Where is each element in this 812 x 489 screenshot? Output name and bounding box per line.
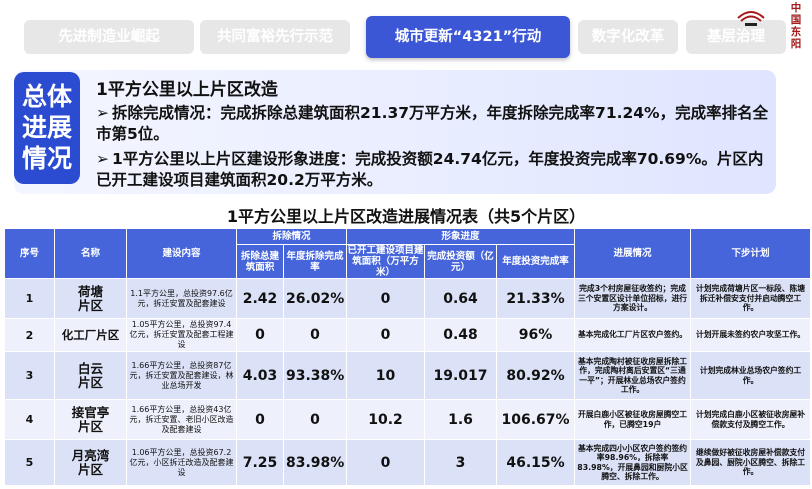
cell-demolition-rate: 83.98% [282, 439, 348, 486]
top-nav: 先进制造业崛起 共同富裕先行示范 城市更新“4321”行动 数字化改革 基层治理 [24, 16, 786, 60]
header-name: 名称 [54, 228, 127, 279]
header-image-group: 形象进度 [346, 228, 576, 245]
cell-investment: 1.6 [424, 399, 498, 440]
tab-urban-renewal[interactable]: 城市更新“4321”行动 [366, 16, 570, 58]
cell-name: 接官亭 片区 [54, 399, 127, 440]
cell-started-area: 10.2 [346, 399, 426, 440]
cell-name: 化工厂片区 [54, 318, 127, 352]
summary-item-text: 1平方公里以上片区建设形象进度：完成投资额24.74亿元，年度投资完成率70.6… [96, 150, 764, 189]
header-demolition-group: 拆除情况 [235, 228, 348, 245]
cell-seq: 1 [4, 278, 55, 319]
header-demolition-area: 拆除总建筑面积 [236, 244, 284, 279]
cell-investment-rate: 96% [496, 318, 576, 352]
cell-demolition-rate: 26.02% [282, 278, 348, 319]
cell-demolition-area: 2.42 [236, 278, 284, 319]
cell-investment: 19.017 [424, 351, 498, 400]
cell-name: 白云 片区 [54, 351, 127, 400]
cell-progress: 基本完成四小小区农户签约签约率98.96%，拆除率83.98%，开展鼻园和厨院小… [574, 439, 692, 486]
cell-started-area: 10 [346, 351, 426, 400]
cell-demolition-rate: 0 [282, 399, 348, 440]
cell-next-plan: 继续做好被征收房屋补偿款支付及鼻园、厨院小区腾空、拆除工作。 [690, 439, 812, 486]
cell-progress: 开展白鹿小区被征收房屋腾空工作，已腾空19户 [574, 399, 692, 440]
table-title: 1平方公里以上片区改造进展情况表（共5个片区） [226, 207, 586, 226]
header-demolition-rate: 年度拆除完成率 [282, 244, 348, 279]
header-seq: 序号 [4, 228, 55, 279]
cell-started-area: 0 [346, 318, 426, 352]
emblem-icon [737, 11, 765, 26]
badge-line: 进展 [21, 113, 72, 142]
cell-content: 1.1平方公里，总投资97.6亿元，拆迁安置及配套建设 [126, 278, 237, 319]
cell-next-plan: 计划完成白鹿小区被征收房屋补偿款支付及腾空工作。 [690, 399, 812, 440]
cell-next-plan: 计划完成林业总场农户签约工作。 [690, 351, 812, 400]
cell-investment-rate: 80.92% [496, 351, 576, 400]
header-investment-rate: 年度投资完成率 [496, 244, 576, 279]
table-row: 2 化工厂片区 1.05平方公里，总投资97.4亿元，拆迁安置及配套工程建设 0… [4, 318, 812, 352]
cell-demolition-area: 4.03 [236, 351, 284, 400]
cell-investment-rate: 106.67% [496, 399, 576, 440]
cell-next-plan: 计划完成荷塘片区一标段、陈塘拆迁补偿安支付并启动腾空工作。 [690, 278, 812, 319]
badge-line: 总体 [21, 82, 72, 111]
cell-content: 1.06平方公里，总投资67.2亿元，小区拆迁改造及配套建设 [126, 439, 237, 486]
cell-seq: 3 [4, 351, 55, 400]
cell-name: 月亮湾 片区 [54, 439, 127, 486]
cell-investment-rate: 21.33% [496, 278, 576, 319]
cell-started-area: 0 [346, 278, 426, 319]
arrow-bullet-icon: ➢ [96, 150, 109, 168]
badge-line: 情况 [21, 144, 72, 173]
progress-table: 序号 名称 建设内容 拆除情况 形象进度 进展情况 下步计划 拆除总建筑面积 年… [4, 228, 812, 486]
cell-name: 荷塘 片区 [54, 278, 127, 319]
cell-seq: 2 [4, 318, 55, 352]
header-started-area: 已开工建设项目建筑面积（万平方米） [346, 244, 426, 279]
cell-demolition-rate: 0 [282, 318, 348, 352]
cell-demolition-area: 7.25 [236, 439, 284, 486]
cell-investment: 0.48 [424, 318, 498, 352]
cell-investment: 0.64 [424, 278, 498, 319]
city-logo: 中国东阳 [734, 0, 812, 50]
table-row: 5 月亮湾 片区 1.06平方公里，总投资67.2亿元，小区拆迁改造及配套建设 … [4, 439, 812, 486]
tab-advanced-manufacturing[interactable]: 先进制造业崛起 [24, 20, 194, 54]
summary-item-text: 拆除完成情况：完成拆除总建筑面积21.37万平方米，年度拆除完成率71.24%，… [96, 104, 769, 143]
cell-demolition-area: 0 [236, 399, 284, 440]
table-row: 4 接官亭 片区 1.66平方公里，总投资43亿元，拆迁安置、老旧小区改造及配套… [4, 399, 812, 440]
summary-item-investment: ➢ 1平方公里以上片区建设形象进度：完成投资额24.74亿元，年度投资完成率70.… [96, 149, 776, 191]
summary-title: 1平方公里以上片区改造 [96, 80, 278, 100]
logo-text: 中国东阳 [790, 2, 802, 50]
cell-next-plan: 计划开展未签约农户攻坚工作。 [690, 318, 812, 352]
cell-progress: 完成3个村房屋征收签约；完成三个安置区设计单位招标，进行方案设计。 [574, 278, 692, 319]
cell-progress: 基本完成陶村被征收房屋拆除工作，完成陶村离后安置区“三通一平”；开展林业总场农户… [574, 351, 692, 400]
header-content: 建设内容 [126, 228, 237, 279]
cell-demolition-area: 0 [236, 318, 284, 352]
cell-demolition-rate: 93.38% [282, 351, 348, 400]
summary-item-demolition: ➢ 拆除完成情况：完成拆除总建筑面积21.37万平方米，年度拆除完成率71.24%… [96, 103, 776, 145]
tab-common-prosperity[interactable]: 共同富裕先行示范 [200, 20, 350, 54]
cell-started-area: 0 [346, 439, 426, 486]
header-investment: 完成投资额（亿元） [424, 244, 498, 279]
cell-content: 1.66平方公里，总投资87亿元，拆迁安置及配套建设，林业总场开发 [126, 351, 237, 400]
table-row: 1 荷塘 片区 1.1平方公里，总投资97.6亿元，拆迁安置及配套建设 2.42… [4, 278, 812, 319]
summary-badge: 总体 进展 情况 [14, 72, 80, 184]
table-row: 3 白云 片区 1.66平方公里，总投资87亿元，拆迁安置及配套建设，林业总场开… [4, 351, 812, 400]
header-next-plan: 下步计划 [690, 228, 812, 279]
cell-content: 1.05平方公里，总投资97.4亿元，拆迁安置及配套工程建设 [126, 318, 237, 352]
cell-seq: 5 [4, 439, 55, 486]
tab-digital-reform[interactable]: 数字化改革 [578, 20, 678, 54]
cell-progress: 基本完成化工厂片区农户签约。 [574, 318, 692, 352]
cell-content: 1.66平方公里，总投资43亿元，拆迁安置、老旧小区改造及配套建设 [126, 399, 237, 440]
arrow-bullet-icon: ➢ [96, 104, 109, 122]
cell-seq: 4 [4, 399, 55, 440]
header-progress: 进展情况 [574, 228, 692, 279]
cell-investment-rate: 46.15% [496, 439, 576, 486]
cell-investment: 3 [424, 439, 498, 486]
